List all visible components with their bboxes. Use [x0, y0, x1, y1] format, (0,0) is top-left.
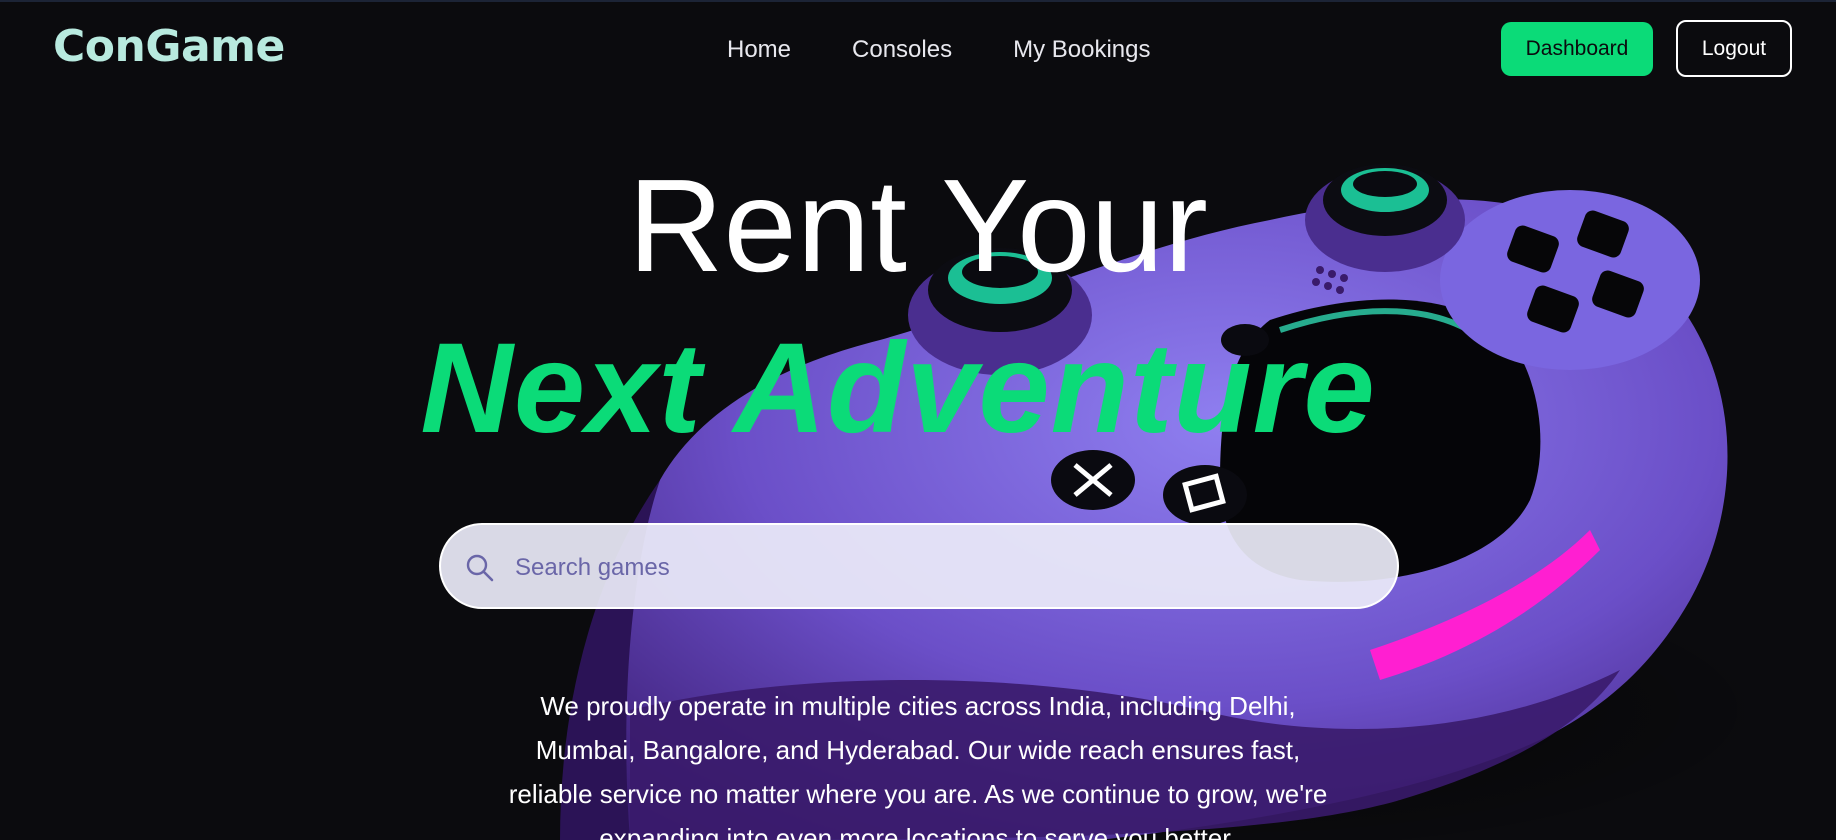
brand-logo[interactable]: ConGame	[53, 21, 285, 72]
nav-link-consoles[interactable]: Consoles	[852, 36, 952, 64]
search-input[interactable]	[513, 545, 1377, 591]
navbar: ConGame Home Consoles My Bookings Dashbo…	[0, 0, 1836, 98]
dashboard-button[interactable]: Dashboard	[1501, 22, 1653, 76]
search-bar	[439, 523, 1399, 609]
landing-page: ConGame Home Consoles My Bookings Dashbo…	[0, 0, 1836, 840]
logout-button[interactable]: Logout	[1676, 20, 1792, 77]
nav-links: Home Consoles My Bookings	[727, 36, 1150, 64]
nav-link-home[interactable]: Home	[727, 36, 791, 64]
nav-link-my-bookings[interactable]: My Bookings	[1013, 36, 1150, 64]
hero-title-line2: Next Adventure	[420, 317, 1376, 460]
cities-description: We proudly operate in multiple cities ac…	[508, 691, 1328, 840]
search-icon	[466, 554, 494, 582]
hero-title-line1: Rent Your	[628, 152, 1208, 299]
